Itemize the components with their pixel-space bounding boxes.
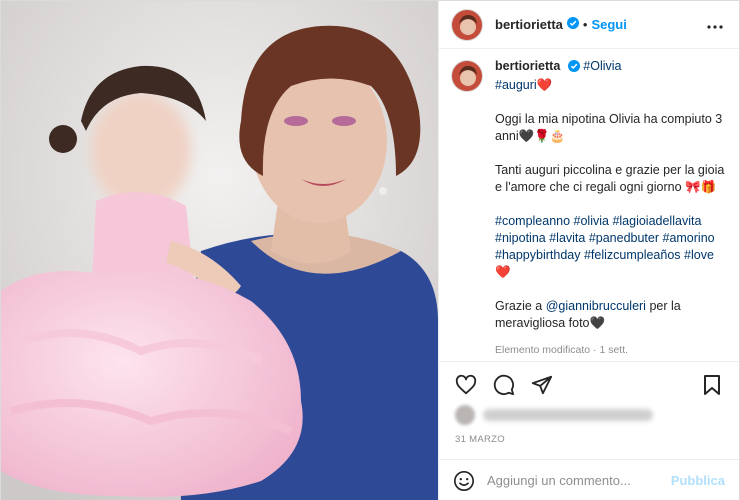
liker-avatar	[455, 405, 475, 425]
separator-dot: •	[582, 17, 588, 32]
post-photo[interactable]	[1, 1, 438, 500]
avatar-image	[452, 9, 482, 40]
share-icon[interactable]	[523, 366, 561, 404]
hashtag-link[interactable]: #auguri	[495, 78, 537, 92]
caption-emojis: 🖤🌹🎂	[518, 129, 566, 143]
caption-first-line: bertiorietta #Olivia	[495, 58, 725, 77]
caption-area: bertiorietta #Olivia #auguri❤️ Oggi la m…	[439, 58, 739, 358]
publish-button[interactable]: Pubblica	[671, 473, 725, 488]
caption-text: bertiorietta #Olivia #auguri❤️ Oggi la m…	[495, 58, 725, 358]
caption-username[interactable]: bertiorietta	[495, 59, 560, 73]
thanks-prefix: Grazie a	[495, 299, 546, 313]
photo-illustration	[1, 1, 438, 500]
liked-by-text-blurred	[483, 409, 653, 421]
caption-meta: Elemento modificato · 1 sett.	[495, 344, 629, 356]
thanks-emoji: 🖤	[589, 316, 606, 330]
hashtags-emoji: ❤️	[495, 265, 511, 279]
action-bar	[439, 361, 739, 407]
more-horizontal-icon[interactable]	[703, 12, 727, 38]
post-sidebar: bertiorietta • Segui bertiorietta #Olivi…	[438, 1, 739, 500]
caption-paragraph: Tanti auguri piccolina e grazie per la g…	[495, 162, 725, 196]
heart-icon[interactable]	[447, 366, 485, 404]
mention-link[interactable]: @giannibrucculeri	[546, 299, 646, 313]
post-date[interactable]: 31 MARZO	[455, 434, 505, 445]
comment-icon[interactable]	[485, 366, 523, 404]
comment-box: Pubblica	[439, 459, 739, 500]
caption-hashtags: #compleanno #olivia #lagioiadellavita #n…	[495, 213, 725, 281]
hashtag-list[interactable]: #compleanno #olivia #lagioiadellavita #n…	[495, 214, 715, 262]
follow-button[interactable]: Segui	[591, 17, 626, 32]
heart-emoji: ❤️	[536, 78, 553, 92]
caption-second-line: #auguri❤️	[495, 77, 725, 94]
bookmark-icon[interactable]	[693, 366, 731, 404]
emoji-smile-icon[interactable]	[453, 470, 475, 492]
avatar-image	[452, 61, 482, 91]
caption-emojis: 🎀🎁	[685, 180, 717, 194]
verified-badge-icon	[566, 16, 579, 34]
instagram-post: bertiorietta • Segui bertiorietta #Olivi…	[0, 0, 740, 500]
hashtag-link[interactable]: #Olivia	[583, 59, 621, 73]
caption-author-avatar[interactable]	[451, 60, 483, 92]
post-header: bertiorietta • Segui	[439, 1, 739, 49]
caption-paragraph: Oggi la mia nipotina Olivia ha compiuto …	[495, 111, 725, 145]
author-username[interactable]: bertiorietta	[495, 17, 563, 32]
liked-by-row[interactable]	[455, 405, 653, 425]
comment-input[interactable]	[487, 473, 671, 488]
caption-thanks: Grazie a @giannibrucculeri per la meravi…	[495, 298, 725, 332]
verified-badge-icon	[567, 60, 580, 77]
author-avatar[interactable]	[451, 8, 483, 41]
caption-block: bertiorietta #Olivia #auguri❤️ Oggi la m…	[451, 58, 727, 358]
